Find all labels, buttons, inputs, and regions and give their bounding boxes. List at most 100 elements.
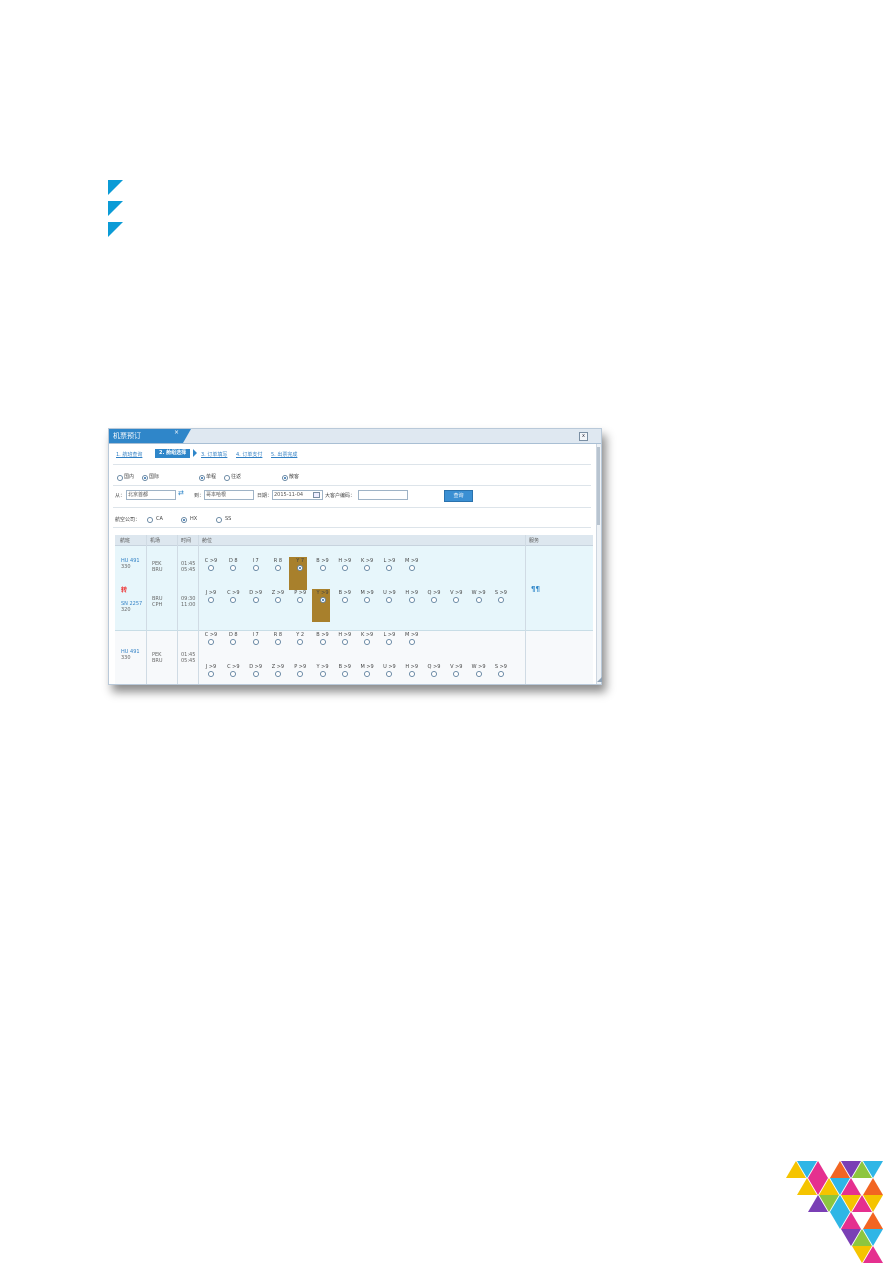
scrollbar-thumb[interactable] (597, 447, 600, 525)
mosaic-triangle (852, 1246, 872, 1263)
airline-label: 航空公司： (115, 517, 141, 523)
cabin-radio[interactable] (252, 639, 259, 645)
step-3-link[interactable]: 3. 订单填写 (201, 451, 227, 458)
cabin-radio[interactable] (408, 671, 415, 677)
cabin-class-label: L >9 (383, 632, 396, 638)
plane-type: 320 (121, 607, 131, 613)
radio-airline-hx[interactable] (181, 517, 187, 523)
cabin-radio[interactable] (208, 671, 214, 677)
to-input[interactable]: 哥本哈根 (204, 490, 254, 500)
cabin-class-label: I 7 (252, 632, 259, 638)
bigclient-input[interactable] (358, 490, 408, 500)
cabin-radio[interactable] (274, 671, 281, 677)
query-button[interactable]: 查询 (444, 490, 473, 502)
radio-international[interactable] (142, 475, 148, 481)
cabin-class-label: S >9 (494, 664, 507, 670)
radio-airline-ca[interactable] (147, 517, 153, 523)
step-4-link[interactable]: 4. 订单支付 (236, 451, 262, 458)
cabin-radio[interactable] (319, 671, 326, 677)
cabin-radio[interactable] (341, 597, 348, 603)
cabin-class-label: H >9 (338, 558, 352, 564)
window-close-button[interactable]: x (579, 432, 588, 441)
booking-screenshot: 机票预订 × x 1. 航班查询 2. 舱组选择 3. 订单填写 4. 订单支付… (108, 428, 602, 685)
cabin-radio[interactable] (319, 597, 326, 603)
step-2-active[interactable]: 2. 舱组选择 (155, 449, 191, 458)
cabin-radio[interactable] (408, 597, 415, 603)
cabin-radio[interactable] (497, 597, 504, 603)
header-service: 服务 (529, 538, 540, 544)
cabin-class-label: B >9 (338, 664, 351, 670)
bullet-icon (108, 222, 123, 237)
cabin-class-label: S >9 (494, 590, 507, 596)
cabin-class-label: H >9 (405, 664, 419, 670)
cabin-radio[interactable] (252, 597, 259, 603)
arr-airport: BRU (152, 658, 163, 664)
cabin-radio[interactable] (319, 639, 326, 645)
cabin-radio[interactable] (208, 597, 214, 603)
arr-time: 05:45 (181, 567, 196, 573)
resize-grip[interactable] (597, 677, 602, 682)
cabin-radio[interactable] (431, 671, 437, 677)
cabin-class-label: D >9 (249, 590, 262, 596)
cabin-class-label: P >9 (294, 590, 307, 596)
arr-time: 11:00 (181, 602, 196, 608)
divider (113, 527, 591, 528)
from-input[interactable]: 北京首都 (126, 490, 176, 500)
cabin-class-label: B >9 (338, 590, 351, 596)
cabin-class-label: R 8 (273, 632, 283, 638)
cabin-radio[interactable] (208, 565, 214, 571)
cabin-radio[interactable] (341, 639, 348, 645)
cabin-radio[interactable] (431, 597, 437, 603)
mosaic-triangle (808, 1195, 828, 1212)
cabin-class-label: D 8 (228, 558, 238, 564)
radio-airline-ss[interactable] (216, 517, 222, 523)
cabin-class-label: D >9 (249, 664, 262, 670)
mosaic-triangle (786, 1161, 806, 1178)
cabin-class-label: D 8 (228, 632, 238, 638)
cabin-radio[interactable] (497, 671, 504, 677)
cabin-class-label: K >9 (360, 558, 374, 564)
airline-ca-label: CA (156, 516, 163, 522)
radio-oneway[interactable] (199, 475, 205, 481)
cabin-radio[interactable] (475, 597, 482, 603)
tab-booking[interactable]: 机票预订 × (109, 429, 183, 443)
radio-scatter[interactable] (282, 475, 288, 481)
radio-roundtrip[interactable] (224, 475, 230, 481)
cabin-radio[interactable] (319, 565, 326, 571)
plane-type: 330 (121, 655, 131, 661)
radio-domestic[interactable] (117, 475, 123, 481)
mosaic-triangle (797, 1178, 817, 1195)
cabin-radio[interactable] (208, 639, 214, 645)
cabin-class-label: Y >9 (316, 590, 329, 596)
cabin-radio[interactable] (252, 671, 259, 677)
table-row[interactable] (115, 546, 593, 631)
cabin-radio[interactable] (341, 565, 348, 571)
cabin-radio[interactable] (274, 565, 281, 571)
cabin-class-label: W >9 (471, 664, 486, 670)
cabin-radio[interactable] (341, 671, 348, 677)
cabin-class-label: U >9 (383, 590, 396, 596)
cabin-class-label: Q >9 (427, 590, 441, 596)
cabin-class-label: U >9 (383, 664, 396, 670)
cabin-radio[interactable] (475, 671, 482, 677)
step-5-link[interactable]: 5. 出票完成 (271, 451, 297, 458)
cabin-class-label: Y 7 (296, 558, 305, 564)
cabin-class-label: R 8 (273, 558, 283, 564)
cabin-radio[interactable] (408, 639, 415, 645)
step-1-link[interactable]: 1. 航班查询 (116, 451, 142, 458)
swap-icon[interactable]: ⇄ (178, 490, 187, 497)
label-domestic: 国内 (124, 474, 135, 480)
cabin-radio[interactable] (274, 639, 281, 645)
cabin-radio[interactable] (274, 597, 281, 603)
cabin-class-label: M >9 (360, 590, 374, 596)
calendar-icon[interactable] (313, 492, 320, 498)
cabin-class-label: B >9 (316, 632, 329, 638)
divider (113, 507, 591, 508)
cabin-radio[interactable] (408, 565, 415, 571)
results-table-header: 航班 机场 时间 舱位 服务 (115, 535, 593, 546)
cabin-radio[interactable] (252, 565, 259, 571)
transfer-icon: 转 (121, 587, 128, 594)
tab-close-icon[interactable]: × (174, 429, 179, 440)
step-arrow (193, 449, 197, 457)
airline-ss-label: SS (225, 516, 232, 522)
